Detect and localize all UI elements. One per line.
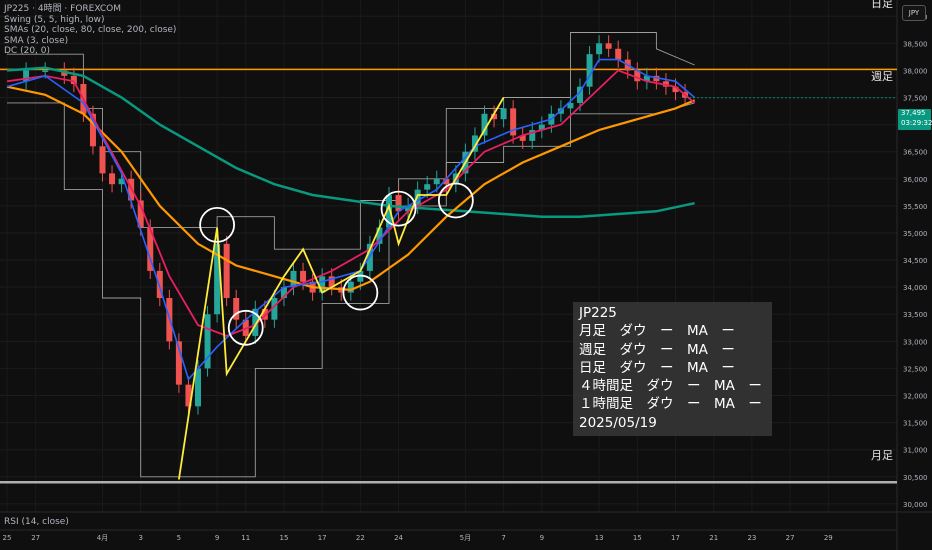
candle-body <box>424 184 431 190</box>
x-tick-label: 3 <box>138 534 142 542</box>
chart-background <box>0 0 932 550</box>
x-tick-label: 17 <box>318 534 327 542</box>
y-tick-label: 32,000 <box>903 393 928 401</box>
candle-body <box>290 270 297 288</box>
y-tick-label: 30,500 <box>903 474 928 482</box>
rsi-legend[interactable]: RSI (14, close) <box>4 517 69 527</box>
x-tick-label: 24 <box>394 534 403 542</box>
currency-badge[interactable]: JPY <box>902 5 926 21</box>
monthly-level-label: 月足 <box>871 449 893 462</box>
y-tick-label: 38,500 <box>903 40 928 48</box>
current-price: 37,495 <box>901 109 926 117</box>
note-monthly: 月足 ダウ ー MA ー <box>579 323 735 340</box>
candle-body <box>586 54 593 87</box>
x-tick-label: 27 <box>786 534 795 542</box>
y-tick-label: 37,500 <box>903 95 928 103</box>
note-daily: 日足 ダウ ー MA ー <box>579 359 735 376</box>
y-tick-label: 31,500 <box>903 420 928 428</box>
y-tick-label: 35,500 <box>903 203 928 211</box>
current-price-badge: 37,495 03:29:32 <box>898 109 932 130</box>
candle-body <box>500 108 507 120</box>
x-tick-label: 13 <box>595 534 604 542</box>
candle-body <box>433 178 440 185</box>
note-1h: １時間足 ダウ ー MA ー <box>579 396 762 413</box>
x-tick-label: 29 <box>824 534 833 542</box>
legend-smas[interactable]: SMAs (20, close, 80, close, 200, close) <box>4 25 176 36</box>
note-symbol: JP225 <box>579 305 617 321</box>
legend-symbol-title: JP225 · 4時間 · FOREXCOM <box>4 4 121 14</box>
x-tick-label: 4月 <box>97 534 108 542</box>
candle-body <box>605 43 612 49</box>
candle-body <box>319 276 326 293</box>
candle-body <box>195 368 201 407</box>
y-tick-label: 36,500 <box>903 149 928 157</box>
x-tick-label: 22 <box>356 534 365 542</box>
x-tick-label: 15 <box>279 534 288 542</box>
candle-body <box>395 195 402 212</box>
y-tick-label: 33,500 <box>903 311 928 319</box>
candle-body <box>42 70 49 72</box>
legend-donchian[interactable]: DC (20, 0) <box>4 46 176 57</box>
x-tick-label: 7 <box>501 534 505 542</box>
candle-body <box>596 43 603 55</box>
x-tick-label: 27 <box>31 534 40 542</box>
candle-body <box>109 173 116 185</box>
legend-sma3[interactable]: SMA (3, close) <box>4 36 176 47</box>
x-tick-label: 5 <box>177 534 181 542</box>
legend-swing[interactable]: Swing (5, 5, high, low) <box>4 15 176 26</box>
note-date: 2025/05/19 <box>579 414 657 431</box>
x-tick-label: 9 <box>215 534 219 542</box>
y-tick-label: 35,000 <box>903 230 928 238</box>
y-tick-label: 38,000 <box>903 67 928 75</box>
candle-body <box>223 243 230 298</box>
x-tick-label: 5月 <box>460 534 471 542</box>
y-tick-label: 31,000 <box>903 447 928 455</box>
daily-level-label: 日足 <box>871 0 893 10</box>
x-tick-label: 11 <box>241 534 250 542</box>
x-tick-label: 25 <box>3 534 12 542</box>
candle-body <box>615 48 622 60</box>
indicator-legend: JP225 · 4時間 · FOREXCOM Swing (5, 5, high… <box>4 4 176 57</box>
x-tick-label: 9 <box>540 534 544 542</box>
y-tick-label: 34,000 <box>903 284 928 292</box>
candle-body <box>300 270 307 282</box>
y-tick-label: 30,000 <box>903 501 928 509</box>
note-weekly: 週足 ダウ ー MA ー <box>579 341 735 358</box>
x-tick-label: 23 <box>747 534 756 542</box>
x-tick-label: 17 <box>671 534 680 542</box>
analysis-note-box: JP225 月足 ダウ ー MA ー 週足 ダウ ー MA ー 日足 ダウ ー … <box>573 302 772 436</box>
y-tick-label: 34,500 <box>903 257 928 265</box>
bar-countdown: 03:29:32 <box>901 118 932 127</box>
chart-canvas: 39,00038,50038,00037,50037,00036,50036,0… <box>0 0 932 550</box>
y-tick-label: 32,500 <box>903 365 928 373</box>
candle-body <box>99 146 106 174</box>
weekly-level-label: 週足 <box>871 70 893 83</box>
note-4h: ４時間足 ダウ ー MA ー <box>579 378 762 395</box>
x-tick-label: 15 <box>633 534 642 542</box>
y-tick-label: 36,000 <box>903 176 928 184</box>
x-tick-label: 21 <box>709 534 718 542</box>
y-tick-label: 33,000 <box>903 338 928 346</box>
